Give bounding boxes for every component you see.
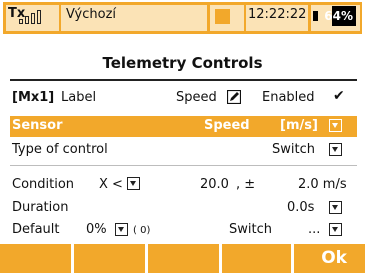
label-caption: Label bbox=[61, 90, 97, 105]
model-name: Výchozí bbox=[66, 7, 117, 22]
default-switch-dropdown-icon[interactable] bbox=[329, 223, 342, 236]
function-key-3[interactable] bbox=[148, 244, 219, 273]
title-divider bbox=[10, 79, 357, 81]
function-key-4[interactable] bbox=[222, 244, 291, 273]
duration-value[interactable]: 0.0s bbox=[287, 200, 314, 215]
page-title: Telemetry Controls bbox=[102, 54, 263, 72]
label-value[interactable]: Speed bbox=[176, 90, 217, 105]
condition-operator[interactable]: X < bbox=[99, 177, 123, 192]
condition-hysteresis[interactable]: 2.0 m/s bbox=[298, 177, 347, 192]
sensor-value[interactable]: Speed bbox=[204, 118, 250, 133]
clock-time: 12:22:22 bbox=[248, 7, 307, 22]
type-of-control-value[interactable]: Switch bbox=[272, 142, 315, 157]
section-divider bbox=[10, 165, 357, 166]
duration-dropdown-icon[interactable] bbox=[329, 201, 342, 214]
type-of-control-label: Type of control bbox=[12, 142, 108, 157]
sensor-unit-dropdown-icon[interactable] bbox=[329, 119, 342, 132]
checkmark-icon[interactable]: ✔ bbox=[333, 88, 345, 104]
default-label: Default bbox=[12, 222, 60, 237]
battery-icon: 64% bbox=[318, 6, 356, 26]
condition-operator-dropdown-icon[interactable] bbox=[127, 177, 140, 190]
default-switch-label: Switch bbox=[229, 222, 272, 237]
default-value-dropdown-icon[interactable] bbox=[115, 223, 128, 236]
telemetry-controls-screen: Tx Výchozí 12:22:22 64% Telemetry Contro… bbox=[0, 0, 365, 273]
function-key-2[interactable] bbox=[74, 244, 145, 273]
condition-label: Condition bbox=[12, 177, 75, 192]
battery-percent: 64% bbox=[324, 9, 353, 23]
sensor-label: Sensor bbox=[12, 118, 63, 133]
status-indicator bbox=[215, 9, 230, 24]
default-switch-value[interactable]: ... bbox=[308, 222, 320, 237]
ok-button[interactable]: Ok bbox=[294, 244, 365, 273]
signal-bars-icon bbox=[19, 10, 49, 24]
condition-hysteresis-separator: , ± bbox=[236, 177, 256, 192]
slot-label: [Mx1] bbox=[12, 90, 55, 105]
condition-threshold[interactable]: 20.0 bbox=[200, 177, 229, 192]
default-paren-value: ( 0) bbox=[133, 225, 151, 236]
default-value[interactable]: 0% bbox=[86, 222, 107, 237]
sensor-unit[interactable]: [m/s] bbox=[280, 118, 318, 133]
function-key-1[interactable] bbox=[0, 244, 71, 273]
function-key-bar: Ok bbox=[0, 244, 365, 273]
duration-label: Duration bbox=[12, 200, 69, 215]
pencil-icon[interactable] bbox=[227, 90, 241, 104]
enabled-caption: Enabled bbox=[262, 90, 315, 105]
type-of-control-dropdown-icon[interactable] bbox=[329, 143, 342, 156]
status-bar bbox=[3, 2, 362, 34]
ok-label: Ok bbox=[321, 248, 347, 268]
